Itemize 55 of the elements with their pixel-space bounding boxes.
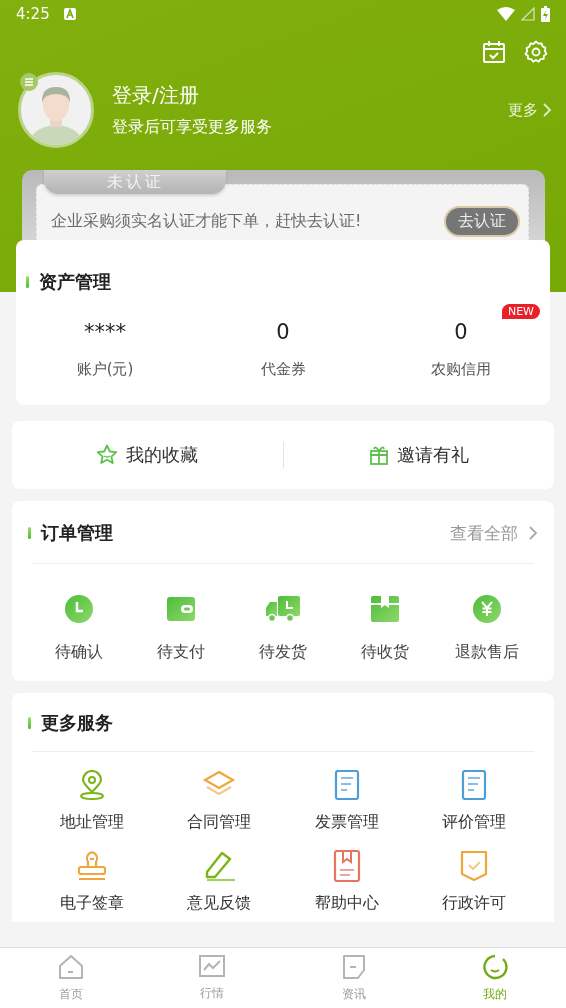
settings-icon[interactable]	[524, 40, 548, 64]
shield-check-icon	[460, 850, 489, 882]
shortcut-button[interactable]: 邀请有礼	[283, 437, 554, 473]
asset-label: 账户(元)	[76, 360, 134, 379]
notification-icon	[63, 8, 76, 20]
service-button[interactable]: 电子签章	[28, 849, 156, 914]
home-icon	[57, 953, 84, 980]
service-button[interactable]: 评价管理	[410, 768, 538, 833]
order-status-button[interactable]: 待收货	[334, 594, 436, 663]
service-button[interactable]: 意见反馈	[155, 849, 283, 914]
coin-icon	[473, 595, 501, 623]
signal-icon	[521, 7, 535, 21]
section-title: 订单管理	[41, 521, 113, 545]
battery-icon	[541, 6, 550, 22]
certify-button[interactable]: 去认证	[444, 206, 520, 237]
smile-icon	[482, 953, 509, 980]
stamp-icon	[76, 850, 107, 882]
gift-icon	[368, 445, 389, 465]
document-icon	[461, 770, 488, 800]
asset-value: 0	[276, 320, 290, 344]
asset-value: 0	[454, 320, 468, 344]
asset-value: ****	[84, 320, 126, 344]
wifi-icon	[497, 7, 515, 21]
menu-icon[interactable]	[20, 73, 38, 91]
wallet-icon	[167, 597, 195, 621]
location-pin-icon	[77, 770, 106, 800]
order-status-button[interactable]: 待发货	[232, 594, 334, 663]
order-status-button[interactable]: 待支付	[130, 594, 232, 663]
package-icon	[371, 596, 399, 622]
service-button[interactable]: 地址管理	[28, 768, 156, 833]
section-title: 更多服务	[41, 711, 113, 735]
chevron-right-icon	[542, 102, 552, 118]
book-icon	[332, 850, 361, 882]
asset-label: 代金券	[260, 360, 306, 379]
asset-label: 农购信用	[431, 360, 491, 379]
service-button[interactable]: 行政许可	[410, 849, 538, 914]
login-hint: 登录后可享受更多服务	[112, 117, 272, 138]
star-icon	[96, 444, 119, 466]
clock-time: 4:25	[16, 5, 50, 23]
service-button[interactable]: 发票管理	[283, 768, 411, 833]
calendar-check-icon[interactable]	[482, 40, 506, 64]
chart-icon	[199, 954, 226, 979]
shortcut-button[interactable]: 我的收藏	[12, 437, 283, 473]
service-button[interactable]: 合同管理	[155, 768, 283, 833]
order-status-button[interactable]: 退款售后	[436, 594, 538, 663]
document-icon	[333, 770, 360, 800]
new-badge: NEW	[501, 304, 540, 319]
order-status-button[interactable]: 待确认	[28, 594, 130, 663]
clock-icon	[65, 595, 93, 623]
section-title: 资产管理	[39, 270, 111, 294]
service-button[interactable]: 帮助中心	[283, 849, 411, 914]
truck-icon	[266, 595, 300, 623]
certification-message: 企业采购须实名认证才能下单，赶快去认证!	[51, 211, 362, 232]
document-icon	[341, 953, 366, 980]
chevron-right-icon	[528, 525, 538, 541]
